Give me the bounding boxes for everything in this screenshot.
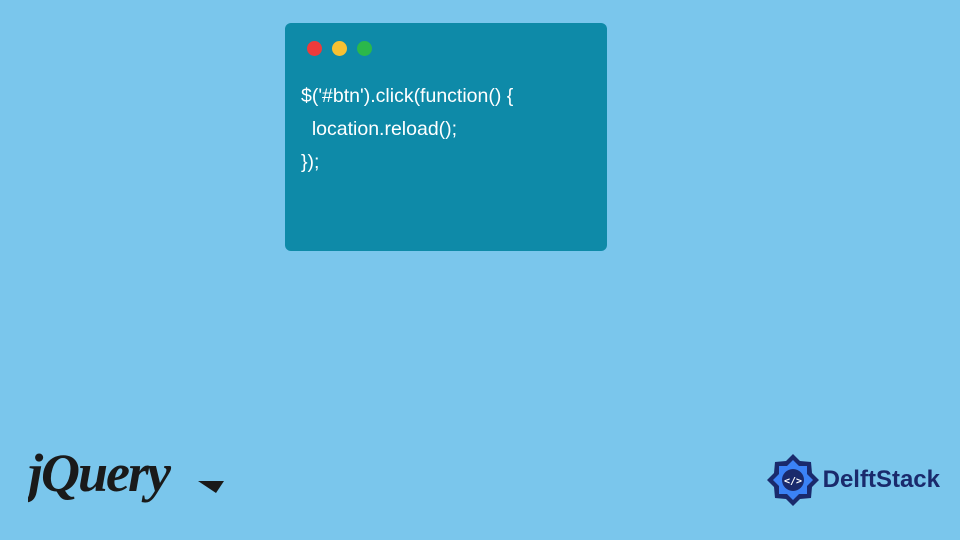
- code-line: location.reload();: [301, 118, 457, 140]
- delftstack-logo: </> DelftStack: [765, 452, 940, 508]
- delftstack-icon: </>: [765, 452, 821, 508]
- code-line: });: [301, 151, 319, 173]
- delftstack-label: DelftStack: [823, 466, 940, 494]
- maximize-icon: [357, 41, 372, 56]
- svg-text:jQuery: jQuery: [28, 445, 172, 503]
- code-line: $('#btn').click(function() {: [301, 85, 513, 107]
- window-controls: [307, 41, 587, 56]
- svg-text:</>: </>: [784, 476, 802, 487]
- close-icon: [307, 41, 322, 56]
- code-window: $('#btn').click(function() { location.re…: [285, 23, 607, 251]
- jquery-logo: jQuery: [28, 445, 238, 518]
- minimize-icon: [332, 41, 347, 56]
- jquery-logo-svg: jQuery: [28, 445, 238, 505]
- code-block: $('#btn').click(function() { location.re…: [301, 80, 587, 179]
